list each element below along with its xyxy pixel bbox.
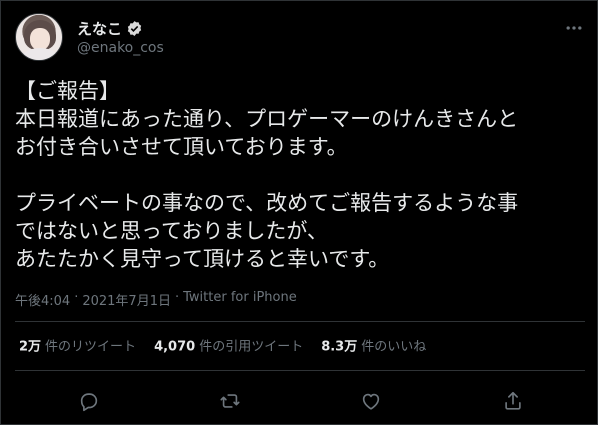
tweet-card: えなこ @enako_cos 【ご報告】 本日報道にあった通り、プロゲーマーのけ…: [0, 0, 598, 425]
retweet-count-number: 2万: [19, 339, 42, 355]
like-icon[interactable]: [359, 389, 383, 413]
tweet-time[interactable]: 午後4:04: [15, 290, 70, 309]
reply-icon[interactable]: [77, 389, 101, 413]
divider: [15, 370, 585, 371]
user-handle[interactable]: @enako_cos: [77, 40, 164, 56]
like-count-number: 8.3万: [321, 339, 358, 355]
tweet-text: 【ご報告】 本日報道にあった通り、プロゲーマーのけんきさんと お付き合いさせて頂…: [15, 79, 519, 271]
verified-badge-icon: [126, 20, 143, 37]
divider: [15, 321, 585, 322]
avatar-body: [22, 48, 58, 60]
display-name-row: えなこ: [77, 18, 164, 38]
more-options-icon[interactable]: [563, 17, 585, 39]
retweet-count[interactable]: 2万 件のリツイート: [19, 336, 136, 355]
tweet-stats: 2万 件のリツイート 4,070 件の引用ツイート 8.3万 件のいいね: [19, 336, 426, 355]
meta-separator: ·: [174, 290, 180, 305]
tweet-meta: 午後4:04 · 2021年7月1日 · Twitter for iPhone: [15, 290, 297, 309]
retweet-icon[interactable]: [218, 389, 242, 413]
tweet-actions: [15, 383, 585, 419]
tweet-header: えなこ @enako_cos: [15, 13, 585, 65]
quote-count-label: 件の引用ツイート: [199, 339, 304, 355]
user-names: えなこ @enako_cos: [77, 18, 164, 57]
quote-count[interactable]: 4,070 件の引用ツイート: [154, 336, 303, 355]
share-icon[interactable]: [501, 389, 525, 413]
like-count-label: 件のいいね: [361, 339, 427, 355]
like-count[interactable]: 8.3万 件のいいね: [321, 336, 426, 355]
avatar-face: [30, 28, 50, 50]
avatar[interactable]: [15, 13, 63, 61]
tweet-date[interactable]: 2021年7月1日: [82, 290, 171, 309]
tweet-source[interactable]: Twitter for iPhone: [183, 290, 297, 309]
meta-separator: ·: [74, 290, 79, 305]
retweet-count-label: 件のリツイート: [45, 339, 137, 355]
quote-count-number: 4,070: [154, 339, 196, 355]
display-name[interactable]: えなこ: [77, 18, 122, 39]
